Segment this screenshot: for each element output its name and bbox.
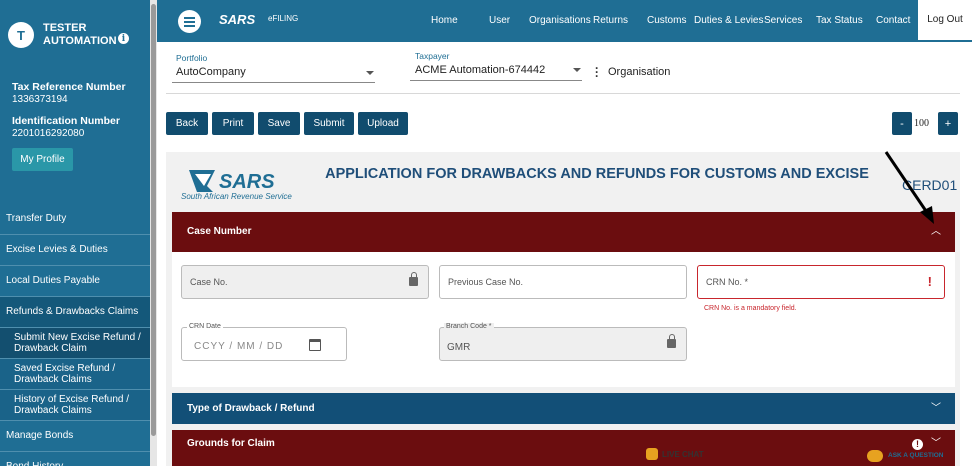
sidebar-subitem-saved[interactable]: Saved Excise Refund / Drawback Claims xyxy=(0,359,150,390)
section-case-number[interactable]: Case Number ︿ xyxy=(172,212,955,252)
crn-date-label: CRN Date xyxy=(187,323,223,330)
print-button[interactable]: Print xyxy=(212,112,254,135)
user-block: T TESTER AUTOMATION xyxy=(8,22,117,48)
avatar: T xyxy=(8,22,34,48)
taxpayer-label: Taxpayer xyxy=(415,51,450,61)
info-icon[interactable]: i xyxy=(118,33,129,44)
sidebar-item-excise-levies[interactable]: Excise Levies & Duties xyxy=(0,235,150,266)
lock-icon xyxy=(409,272,418,286)
submit-button[interactable]: Submit xyxy=(304,112,354,135)
calendar-icon[interactable] xyxy=(309,339,321,351)
crn-error-message: CRN No. is a mandatory field. xyxy=(704,305,797,312)
error-icon: ! xyxy=(927,274,932,289)
menu-duties-levies[interactable]: Duties & Levies xyxy=(694,0,763,42)
menu-returns[interactable]: Returns xyxy=(593,0,628,42)
crn-no-placeholder: CRN No. * xyxy=(706,277,749,287)
section-type-label: Type of Drawback / Refund xyxy=(187,403,315,414)
alert-icon: ! xyxy=(912,439,923,450)
zoom-level: 100 xyxy=(914,118,929,129)
id-number-block: Identification Number 2201016292080 xyxy=(12,115,120,140)
id-number-value: 2201016292080 xyxy=(12,128,85,139)
save-button[interactable]: Save xyxy=(258,112,300,135)
taxpayer-select[interactable]: ACME Automation-674442 xyxy=(415,64,545,76)
page: T TESTER AUTOMATION i Tax Reference Numb… xyxy=(0,0,972,466)
user-name: TESTER AUTOMATION xyxy=(43,22,117,47)
tax-ref-value: 1336373194 xyxy=(12,94,68,105)
case-no-field[interactable]: Case No. xyxy=(181,265,429,299)
ask-question-icon[interactable] xyxy=(867,450,883,462)
crn-no-field[interactable]: CRN No. * ! xyxy=(697,265,945,299)
sidebar-item-manage-bonds[interactable]: Manage Bonds xyxy=(0,421,150,452)
upload-button[interactable]: Upload xyxy=(358,112,408,135)
branch-code-value: GMR xyxy=(447,342,471,353)
live-chat-icon[interactable] xyxy=(646,448,658,460)
sidebar-item-bond-history[interactable]: Bond History xyxy=(0,452,150,466)
sars-subtitle: South African Revenue Service xyxy=(181,192,292,201)
lock-icon xyxy=(667,334,676,348)
back-button[interactable]: Back xyxy=(166,112,208,135)
ask-question-link[interactable]: ASK A QUESTION xyxy=(888,452,944,459)
portfolio-label: Portfolio xyxy=(176,53,208,63)
portfolio-select[interactable]: AutoCompany xyxy=(176,66,246,78)
sidebar-item-transfer-duty[interactable]: Transfer Duty xyxy=(0,204,150,235)
tax-ref-label: Tax Reference Number xyxy=(12,81,126,93)
portfolio-underline xyxy=(172,82,375,83)
zoom-in-button[interactable]: + xyxy=(938,112,958,135)
menu-contact[interactable]: Contact xyxy=(876,0,910,42)
menu-user[interactable]: User xyxy=(489,0,510,42)
tax-ref-block: Tax Reference Number 1336373194 xyxy=(12,81,126,106)
form-title: APPLICATION FOR DRAWBACKS AND REFUNDS FO… xyxy=(325,166,869,182)
sidebar-nav: Transfer Duty Excise Levies & Duties Loc… xyxy=(0,204,150,466)
branch-code-field[interactable] xyxy=(439,327,687,361)
case-no-placeholder: Case No. xyxy=(190,277,228,287)
previous-case-no-field[interactable]: Previous Case No. xyxy=(439,265,687,299)
divider xyxy=(166,93,960,94)
sidebar-subitem-submit-new[interactable]: Submit New Excise Refund / Drawback Clai… xyxy=(0,328,150,359)
organisation-label[interactable]: Organisation xyxy=(608,66,670,78)
live-chat-link[interactable]: LIVE CHAT xyxy=(662,450,704,459)
branch-code-label: Branch Code * xyxy=(444,323,494,330)
more-options-icon[interactable]: · · · xyxy=(595,62,599,82)
top-nav-bar: SARS eFILING Home User Organisations Ret… xyxy=(157,0,972,42)
crn-date-placeholder: CCYY / MM / DD xyxy=(194,341,284,352)
chevron-down-icon[interactable] xyxy=(573,68,581,72)
section-case-number-label: Case Number xyxy=(187,226,252,237)
taxpayer-underline xyxy=(410,80,582,81)
sidebar-scrollbar[interactable] xyxy=(150,0,157,466)
menu-organisations[interactable]: Organisations xyxy=(529,0,591,42)
menu-customs[interactable]: Customs xyxy=(647,0,686,42)
zoom-out-button[interactable]: - xyxy=(892,112,912,135)
efiling-logo: eFILING xyxy=(268,14,299,23)
form-logo-text: SARS xyxy=(219,171,275,193)
previous-case-no-placeholder: Previous Case No. xyxy=(448,277,524,287)
menu-services[interactable]: Services xyxy=(764,0,802,42)
sidebar-subitem-history[interactable]: History of Excise Refund / Drawback Clai… xyxy=(0,390,150,421)
menu-tax-status[interactable]: Tax Status xyxy=(816,0,863,42)
id-number-label: Identification Number xyxy=(12,115,120,127)
chevron-down-icon[interactable] xyxy=(366,71,374,75)
logout-button[interactable]: Log Out xyxy=(918,0,972,40)
menu-home[interactable]: Home xyxy=(431,0,458,42)
section-grounds-label: Grounds for Claim xyxy=(187,438,275,449)
arrow-annotation-icon xyxy=(884,151,934,224)
sars-logo: SARS xyxy=(219,12,256,27)
sidebar: T TESTER AUTOMATION i Tax Reference Numb… xyxy=(0,0,150,466)
hamburger-menu-icon[interactable] xyxy=(178,10,201,33)
scrollbar-thumb[interactable] xyxy=(151,4,156,436)
sidebar-item-local-duties[interactable]: Local Duties Payable xyxy=(0,266,150,297)
section-grounds-for-claim[interactable]: Grounds for Claim ﹀ xyxy=(172,430,955,466)
my-profile-button[interactable]: My Profile xyxy=(12,148,73,171)
sidebar-item-refunds-drawbacks[interactable]: Refunds & Drawbacks Claims xyxy=(0,297,150,328)
chevron-down-icon[interactable]: ﹀ xyxy=(931,393,941,424)
section-type-of-drawback[interactable]: Type of Drawback / Refund ﹀ xyxy=(172,393,955,424)
